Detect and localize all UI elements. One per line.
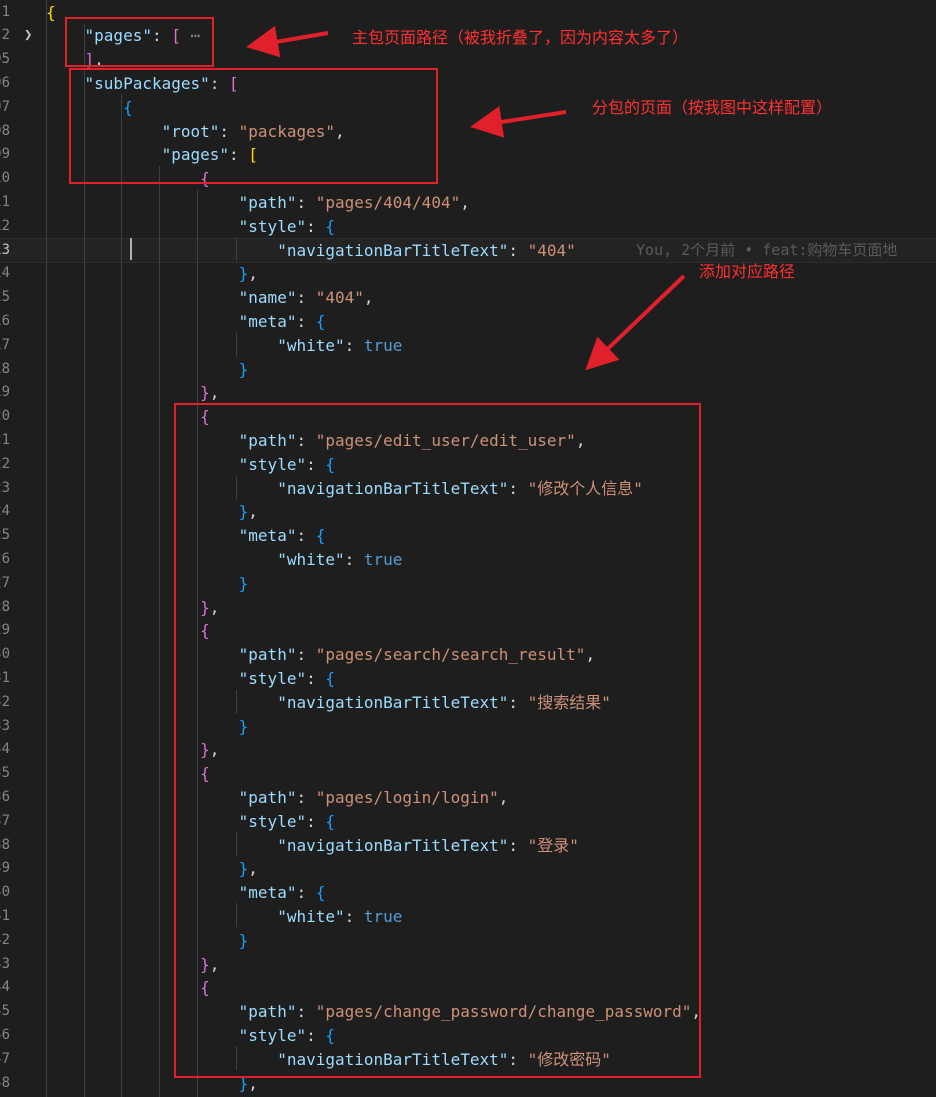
- annotation-main-package: 主包页面路径（被我折叠了，因为内容太多了）: [352, 28, 689, 47]
- arrow-main-package: [246, 25, 329, 58]
- annotation-arrows: [246, 25, 686, 371]
- arrow-sub-package: [470, 106, 567, 138]
- arrow-add-path: [585, 274, 686, 371]
- annotation-sub-package: 分包的页面（按我图中这样配置）: [592, 98, 833, 117]
- annotation-add-path: 添加对应路径: [699, 262, 796, 281]
